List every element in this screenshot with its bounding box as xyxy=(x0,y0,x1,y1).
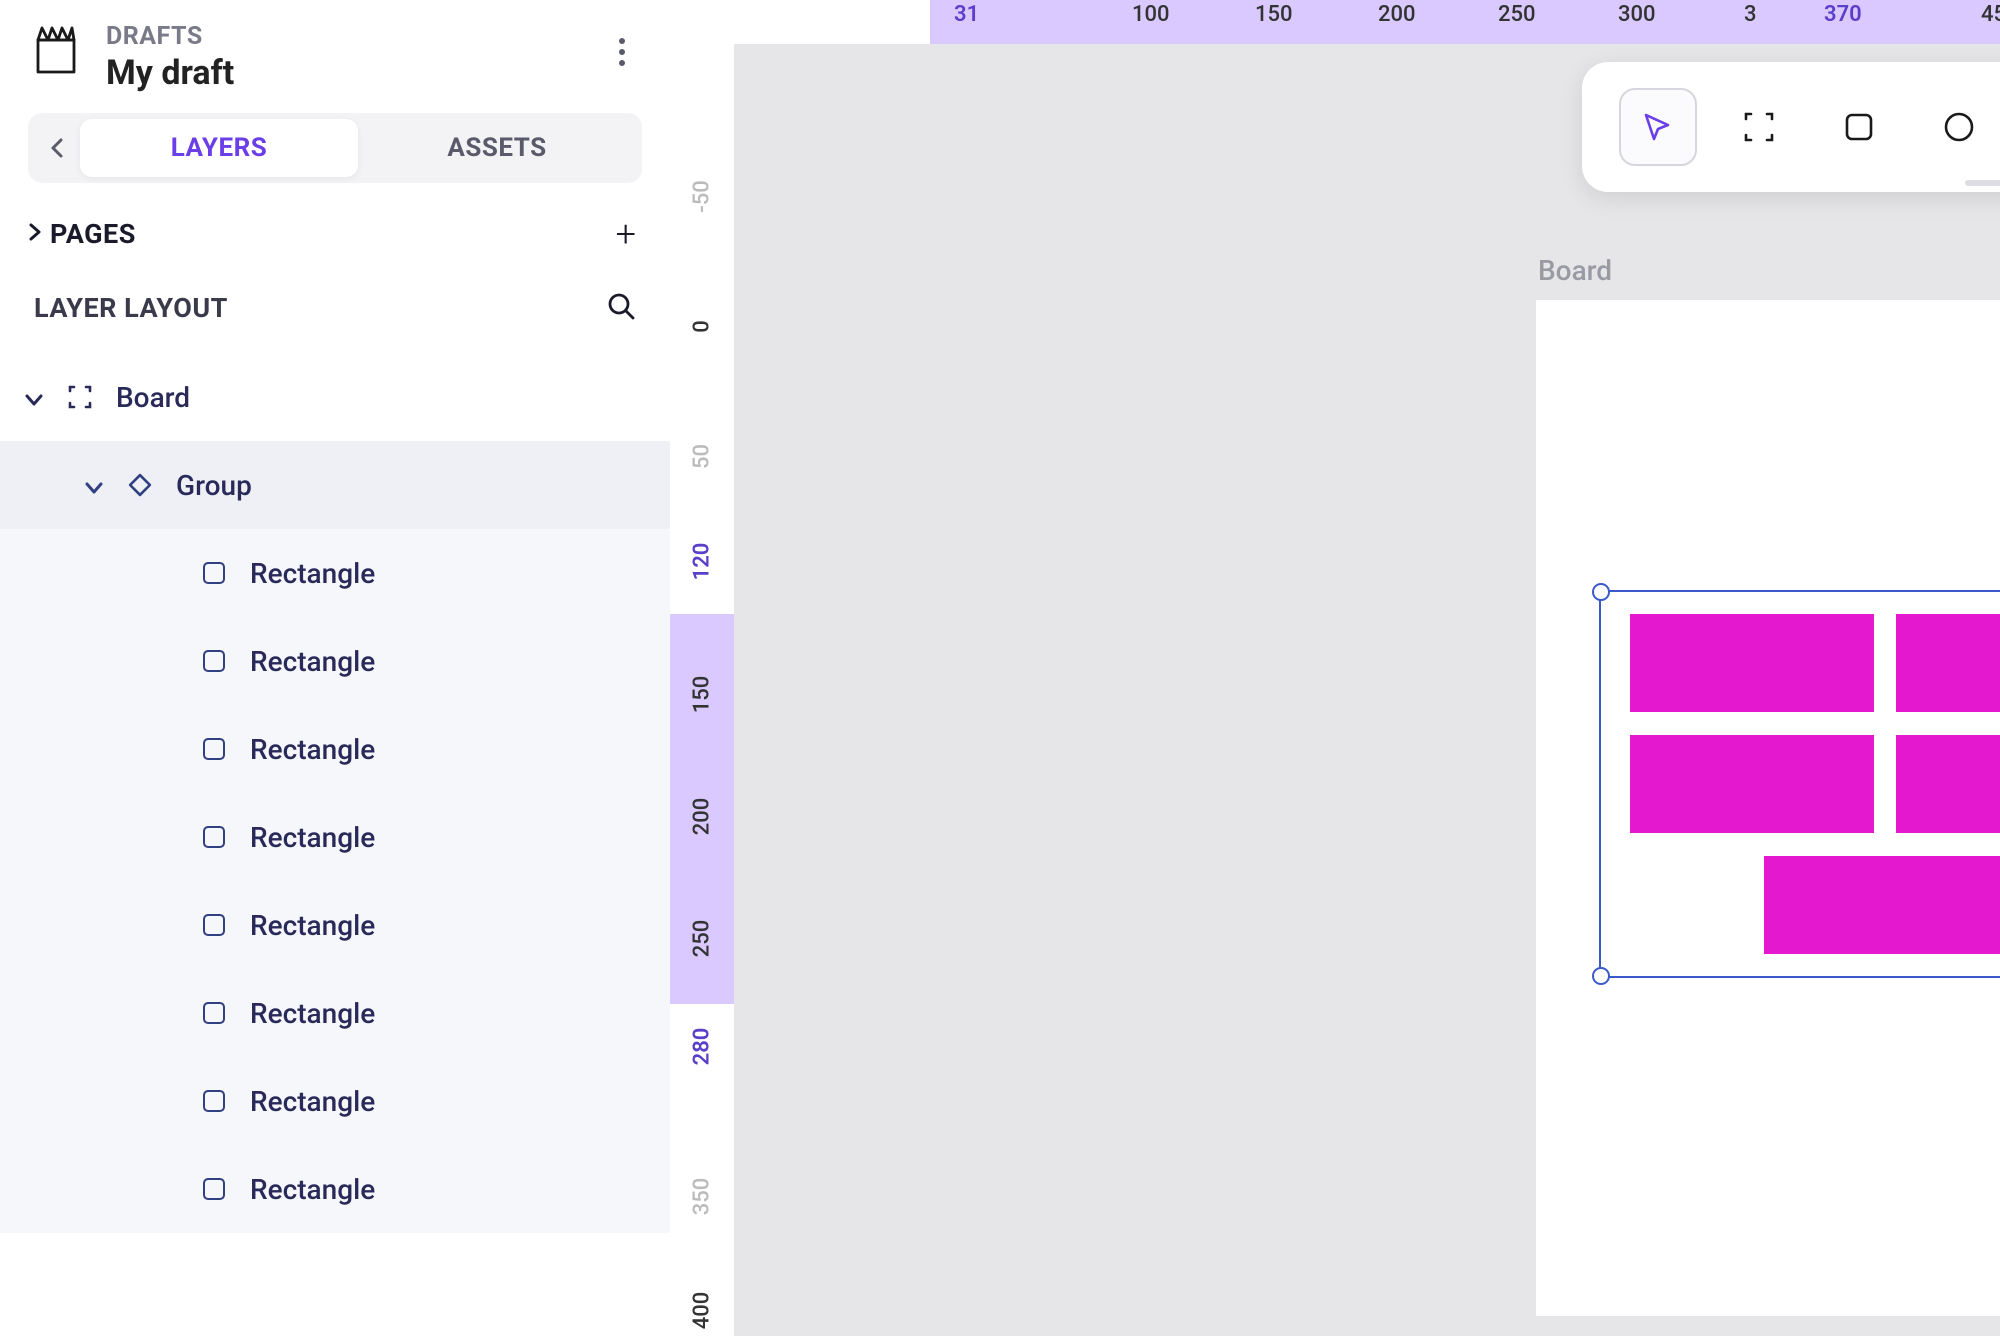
sidebar-header: DRAFTS My draft xyxy=(0,0,670,103)
frame-icon xyxy=(66,383,94,411)
layer-layout-label: LAYER LAYOUT xyxy=(34,292,228,324)
ruler-tick: 200 xyxy=(1378,2,1416,27)
layer-item-rectangle[interactable]: Rectangle xyxy=(0,617,670,705)
tool-frame[interactable] xyxy=(1720,88,1798,166)
rectangle-icon xyxy=(200,1175,228,1203)
more-menu-button[interactable] xyxy=(602,32,642,72)
ruler-sel-end: 370 xyxy=(1824,2,1862,27)
tool-bar xyxy=(1582,62,2000,192)
pages-label: PAGES xyxy=(50,218,136,250)
resize-handle-bl[interactable] xyxy=(1592,967,1610,985)
toolbar-drag-handle[interactable] xyxy=(1965,180,2000,186)
rectangle-icon xyxy=(200,559,228,587)
ruler-tick: 150 xyxy=(690,663,715,727)
rectangle-icon xyxy=(200,823,228,851)
canvas-area[interactable]: 31 100 150 200 250 300 3 370 450 -50 0 5… xyxy=(670,0,2000,1336)
layer-item-group[interactable]: Group xyxy=(0,441,670,529)
layer-item-rectangle[interactable]: Rectangle xyxy=(0,969,670,1057)
selection-bounds[interactable] xyxy=(1599,590,2000,978)
ruler-sel-end: 280 xyxy=(690,1015,715,1079)
layer-item-label: Group xyxy=(176,469,252,502)
tool-ellipse[interactable] xyxy=(1920,88,1998,166)
pages-section-header[interactable]: PAGES + xyxy=(0,183,670,265)
add-page-button[interactable]: + xyxy=(616,213,636,255)
drafts-label: DRAFTS xyxy=(106,22,602,51)
tool-select[interactable] xyxy=(1619,88,1697,166)
layer-item-rectangle[interactable]: Rectangle xyxy=(0,881,670,969)
tab-layers[interactable]: LAYERS xyxy=(80,119,358,177)
resize-handle-tl[interactable] xyxy=(1592,583,1610,601)
ruler-tick: 250 xyxy=(1498,2,1536,27)
rectangle-icon xyxy=(200,735,228,763)
sidebar: DRAFTS My draft LAYERS ASSETS PAGES xyxy=(0,0,670,1336)
layer-item-rectangle[interactable]: Rectangle xyxy=(0,705,670,793)
chevron-down-icon[interactable] xyxy=(24,381,48,414)
layer-item-label: Rectangle xyxy=(250,645,375,678)
app-logo[interactable] xyxy=(28,22,84,78)
ruler-sel-start: 120 xyxy=(690,530,715,594)
layer-item-label: Rectangle xyxy=(250,733,375,766)
ruler-tick: 300 xyxy=(1618,2,1656,27)
ruler-tick: 350 xyxy=(690,1165,715,1229)
rectangle-icon xyxy=(200,999,228,1027)
ruler-tick: 400 xyxy=(690,1279,715,1336)
ruler-vertical[interactable]: -50 0 50 120 150 200 250 280 350 400 xyxy=(670,44,734,1336)
ruler-tick: -50 xyxy=(690,165,715,229)
layer-layout-header: LAYER LAYOUT xyxy=(0,265,670,351)
ruler-tick: 250 xyxy=(690,907,715,971)
ruler-sel-start: 31 xyxy=(954,2,979,27)
draft-title[interactable]: My draft xyxy=(106,53,602,93)
tool-rectangle[interactable] xyxy=(1820,88,1898,166)
ruler-tick: 0 xyxy=(690,295,715,359)
ruler-tick: 450 xyxy=(1981,2,2000,27)
pages-collapse-icon xyxy=(28,220,42,248)
layer-item-rectangle[interactable]: Rectangle xyxy=(0,529,670,617)
ruler-tick: 3 xyxy=(1744,2,1757,27)
rectangle-icon xyxy=(200,1087,228,1115)
tabs-back-button[interactable] xyxy=(34,125,80,171)
layer-item-label: Rectangle xyxy=(250,909,375,942)
layer-item-label: Rectangle xyxy=(250,1085,375,1118)
layer-item-label: Rectangle xyxy=(250,557,375,590)
board-title[interactable]: Board xyxy=(1538,254,1612,287)
ruler-tick: 150 xyxy=(1255,2,1293,27)
search-icon[interactable] xyxy=(606,291,636,325)
ruler-tick: 100 xyxy=(1132,2,1170,27)
layer-item-rectangle[interactable]: Rectangle xyxy=(0,1057,670,1145)
layer-item-board[interactable]: Board xyxy=(0,353,670,441)
layer-item-label: Rectangle xyxy=(250,997,375,1030)
ruler-tick: 200 xyxy=(690,785,715,849)
ruler-tick: 50 xyxy=(690,425,715,489)
tab-assets[interactable]: ASSETS xyxy=(358,119,636,177)
ruler-horizontal[interactable]: 31 100 150 200 250 300 3 370 450 xyxy=(734,0,2000,44)
chevron-down-icon[interactable] xyxy=(84,469,108,502)
sidebar-tabs: LAYERS ASSETS xyxy=(28,113,642,183)
layer-item-rectangle[interactable]: Rectangle xyxy=(0,793,670,881)
layer-item-label: Rectangle xyxy=(250,1173,375,1206)
layer-tree: Board Group Rectangle Rectangle xyxy=(0,351,670,1233)
rectangle-icon xyxy=(200,647,228,675)
group-icon xyxy=(126,471,154,499)
layer-item-rectangle[interactable]: Rectangle xyxy=(0,1145,670,1233)
rectangle-icon xyxy=(200,911,228,939)
layer-item-label: Rectangle xyxy=(250,821,375,854)
layer-item-label: Board xyxy=(116,381,190,414)
